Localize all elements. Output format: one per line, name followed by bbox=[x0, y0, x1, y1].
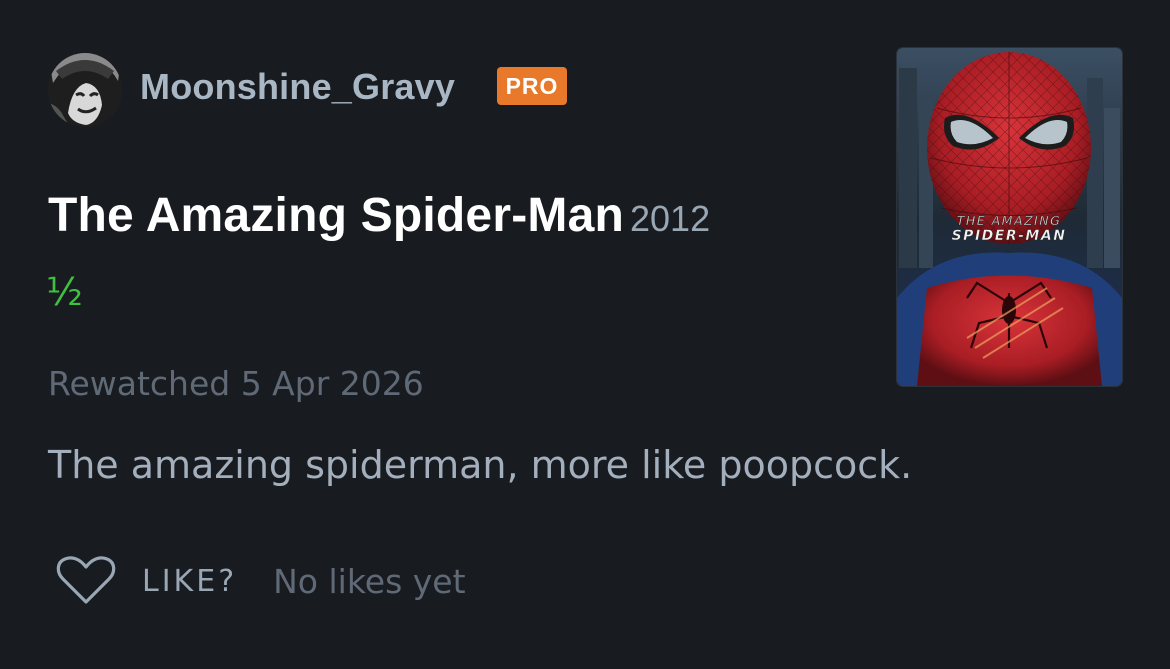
username-link[interactable]: Moonshine_Gravy bbox=[140, 66, 455, 108]
film-title-link[interactable]: The Amazing Spider-Man bbox=[48, 189, 624, 242]
watched-date: Rewatched 5 Apr 2026 bbox=[48, 364, 424, 403]
star-rating: ½ bbox=[46, 270, 83, 314]
likes-status: No likes yet bbox=[273, 561, 466, 601]
poster-title-line2: SPIDER-MAN bbox=[952, 228, 1067, 244]
film-heading: The Amazing Spider-Man 2012 bbox=[48, 188, 710, 243]
review-body: The amazing spiderman, more like poopcoc… bbox=[48, 443, 913, 487]
pro-badge: PRO bbox=[497, 67, 567, 105]
like-button[interactable]: LIKE? bbox=[142, 564, 237, 599]
poster-title-line1: THE AMAZING bbox=[957, 213, 1062, 228]
user-avatar[interactable] bbox=[48, 53, 122, 127]
heart-icon[interactable] bbox=[56, 556, 116, 606]
film-poster[interactable]: THE AMAZING SPIDER-MAN bbox=[897, 48, 1122, 386]
like-row: LIKE? No likes yet bbox=[56, 556, 466, 606]
film-year-link[interactable]: 2012 bbox=[630, 198, 710, 239]
